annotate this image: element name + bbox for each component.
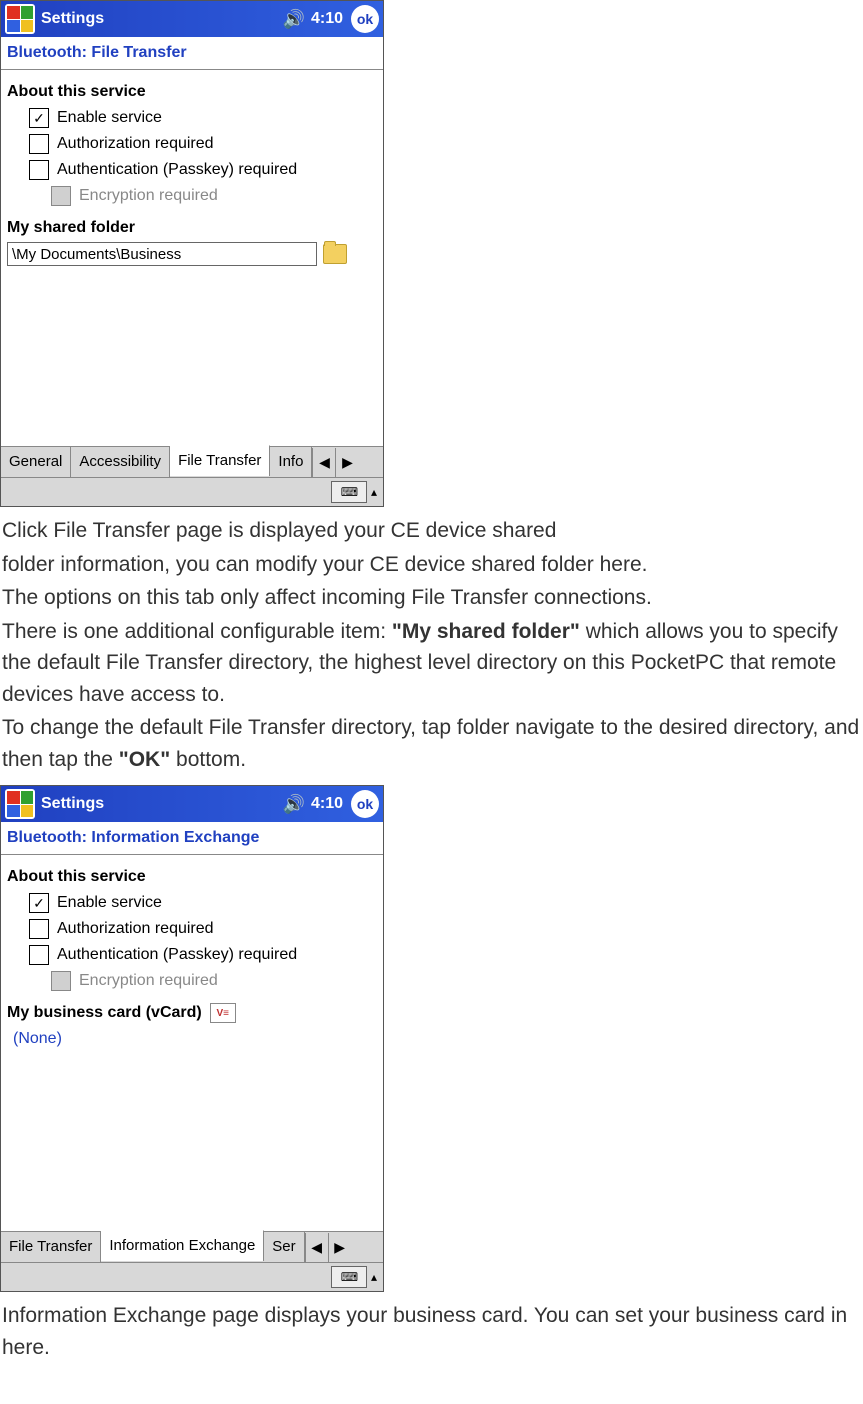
bottom-bar-2: ⌨ ▴ bbox=[1, 1262, 383, 1291]
section-shared-heading: My shared folder bbox=[7, 216, 377, 240]
checkbox-encryption bbox=[51, 186, 71, 206]
tab-file-transfer[interactable]: File Transfer bbox=[170, 445, 270, 477]
option-encrypt-row: Encryption required bbox=[51, 184, 377, 208]
checkbox-enable[interactable]: ✓ bbox=[29, 108, 49, 128]
vcard-none-link[interactable]: (None) bbox=[13, 1027, 377, 1051]
label-enable: Enable service bbox=[57, 106, 162, 130]
page-title-2: Bluetooth: Information Exchange bbox=[1, 822, 383, 855]
tab-scroll-right-icon-2[interactable]: ▶ bbox=[328, 1233, 351, 1262]
browse-folder-icon[interactable] bbox=[323, 244, 347, 264]
sip-menu-arrow-icon-2[interactable]: ▴ bbox=[371, 1268, 377, 1286]
checkbox-enable-2[interactable]: ✓ bbox=[29, 893, 49, 913]
option-authn-row: Authentication (Passkey) required bbox=[29, 158, 377, 182]
label-authorization-2: Authorization required bbox=[57, 917, 214, 941]
windows-start-icon-2[interactable] bbox=[5, 789, 35, 819]
section-about-heading-2: About this service bbox=[7, 865, 377, 889]
label-enable-2: Enable service bbox=[57, 891, 162, 915]
option-enable-row: ✓ Enable service bbox=[29, 106, 377, 130]
tab-scroll-right-icon[interactable]: ▶ bbox=[335, 448, 358, 477]
shared-folder-row bbox=[7, 242, 377, 266]
tab-accessibility[interactable]: Accessibility bbox=[71, 447, 170, 478]
content-area-2: About this service ✓ Enable service Auth… bbox=[1, 855, 383, 1231]
label-encryption-2: Encryption required bbox=[79, 969, 218, 993]
windows-start-icon[interactable] bbox=[5, 4, 35, 34]
keyboard-sip-icon[interactable]: ⌨ bbox=[331, 481, 367, 503]
paragraph-3a: There is one additional configurable ite… bbox=[2, 620, 392, 643]
shared-path-input[interactable] bbox=[7, 242, 317, 266]
checkbox-authentication-2[interactable] bbox=[29, 945, 49, 965]
page-title: Bluetooth: File Transfer bbox=[1, 37, 383, 70]
paragraph-3: There is one additional configurable ite… bbox=[2, 616, 861, 711]
paragraph-3-bold: "My shared folder" bbox=[392, 620, 580, 643]
paragraph-2: The options on this tab only affect inco… bbox=[2, 582, 861, 614]
option-auth-row-2: Authorization required bbox=[29, 917, 377, 941]
label-authentication: Authentication (Passkey) required bbox=[57, 158, 297, 182]
option-auth-row: Authorization required bbox=[29, 132, 377, 156]
ok-button[interactable]: ok bbox=[351, 5, 379, 33]
sip-menu-arrow-icon[interactable]: ▴ bbox=[371, 483, 377, 501]
section-about-heading: About this service bbox=[7, 80, 377, 104]
titlebar-2: Settings 🔊 4:10 ok bbox=[1, 786, 383, 822]
paragraph-4: To change the default File Transfer dire… bbox=[2, 712, 861, 775]
label-authentication-2: Authentication (Passkey) required bbox=[57, 943, 297, 967]
tab-scroll-left-icon[interactable]: ◀ bbox=[312, 448, 335, 477]
pocketpc-info-exchange-screenshot: Settings 🔊 4:10 ok Bluetooth: Informatio… bbox=[0, 785, 384, 1292]
tab-general[interactable]: General bbox=[1, 447, 71, 478]
vcard-row: My business card (vCard) V≡ bbox=[7, 1001, 377, 1025]
paragraph-1a: Click File Transfer page is displayed yo… bbox=[2, 515, 861, 547]
app-title: Settings bbox=[41, 7, 277, 31]
keyboard-sip-icon-2[interactable]: ⌨ bbox=[331, 1266, 367, 1288]
option-enable-row-2: ✓ Enable service bbox=[29, 891, 377, 915]
option-encrypt-row-2: Encryption required bbox=[51, 969, 377, 993]
tab-bar-2: File Transfer Information Exchange Ser ◀… bbox=[1, 1231, 383, 1262]
clock: 4:10 bbox=[311, 7, 343, 31]
tab-information-exchange[interactable]: Information Exchange bbox=[101, 1230, 264, 1262]
tab-scroll-left-icon-2[interactable]: ◀ bbox=[305, 1233, 328, 1262]
content-area: About this service ✓ Enable service Auth… bbox=[1, 70, 383, 446]
tab-bar: General Accessibility File Transfer Info… bbox=[1, 446, 383, 477]
volume-icon[interactable]: 🔊 bbox=[283, 6, 305, 33]
checkbox-authorization[interactable] bbox=[29, 134, 49, 154]
tab-info[interactable]: Info bbox=[270, 447, 312, 478]
vcard-label: My business card (vCard) bbox=[7, 1001, 202, 1025]
pocketpc-file-transfer-screenshot: Settings 🔊 4:10 ok Bluetooth: File Trans… bbox=[0, 0, 384, 507]
paragraph-4b: bottom. bbox=[170, 748, 246, 771]
tab-file-transfer-2[interactable]: File Transfer bbox=[1, 1232, 101, 1263]
volume-icon-2[interactable]: 🔊 bbox=[283, 791, 305, 818]
titlebar: Settings 🔊 4:10 ok bbox=[1, 1, 383, 37]
label-encryption: Encryption required bbox=[79, 184, 218, 208]
paragraph-4-bold: "OK" bbox=[119, 748, 170, 771]
app-title-2: Settings bbox=[41, 792, 277, 816]
bottom-bar: ⌨ ▴ bbox=[1, 477, 383, 506]
checkbox-authorization-2[interactable] bbox=[29, 919, 49, 939]
tab-ser[interactable]: Ser bbox=[264, 1232, 304, 1263]
paragraph-5: Information Exchange page displays your … bbox=[2, 1300, 861, 1363]
checkbox-encryption-2 bbox=[51, 971, 71, 991]
clock-2: 4:10 bbox=[311, 792, 343, 816]
option-authn-row-2: Authentication (Passkey) required bbox=[29, 943, 377, 967]
ok-button-2[interactable]: ok bbox=[351, 790, 379, 818]
paragraph-1b: folder information, you can modify your … bbox=[2, 549, 861, 581]
checkbox-authentication[interactable] bbox=[29, 160, 49, 180]
label-authorization: Authorization required bbox=[57, 132, 214, 156]
vcard-icon[interactable]: V≡ bbox=[210, 1003, 236, 1023]
